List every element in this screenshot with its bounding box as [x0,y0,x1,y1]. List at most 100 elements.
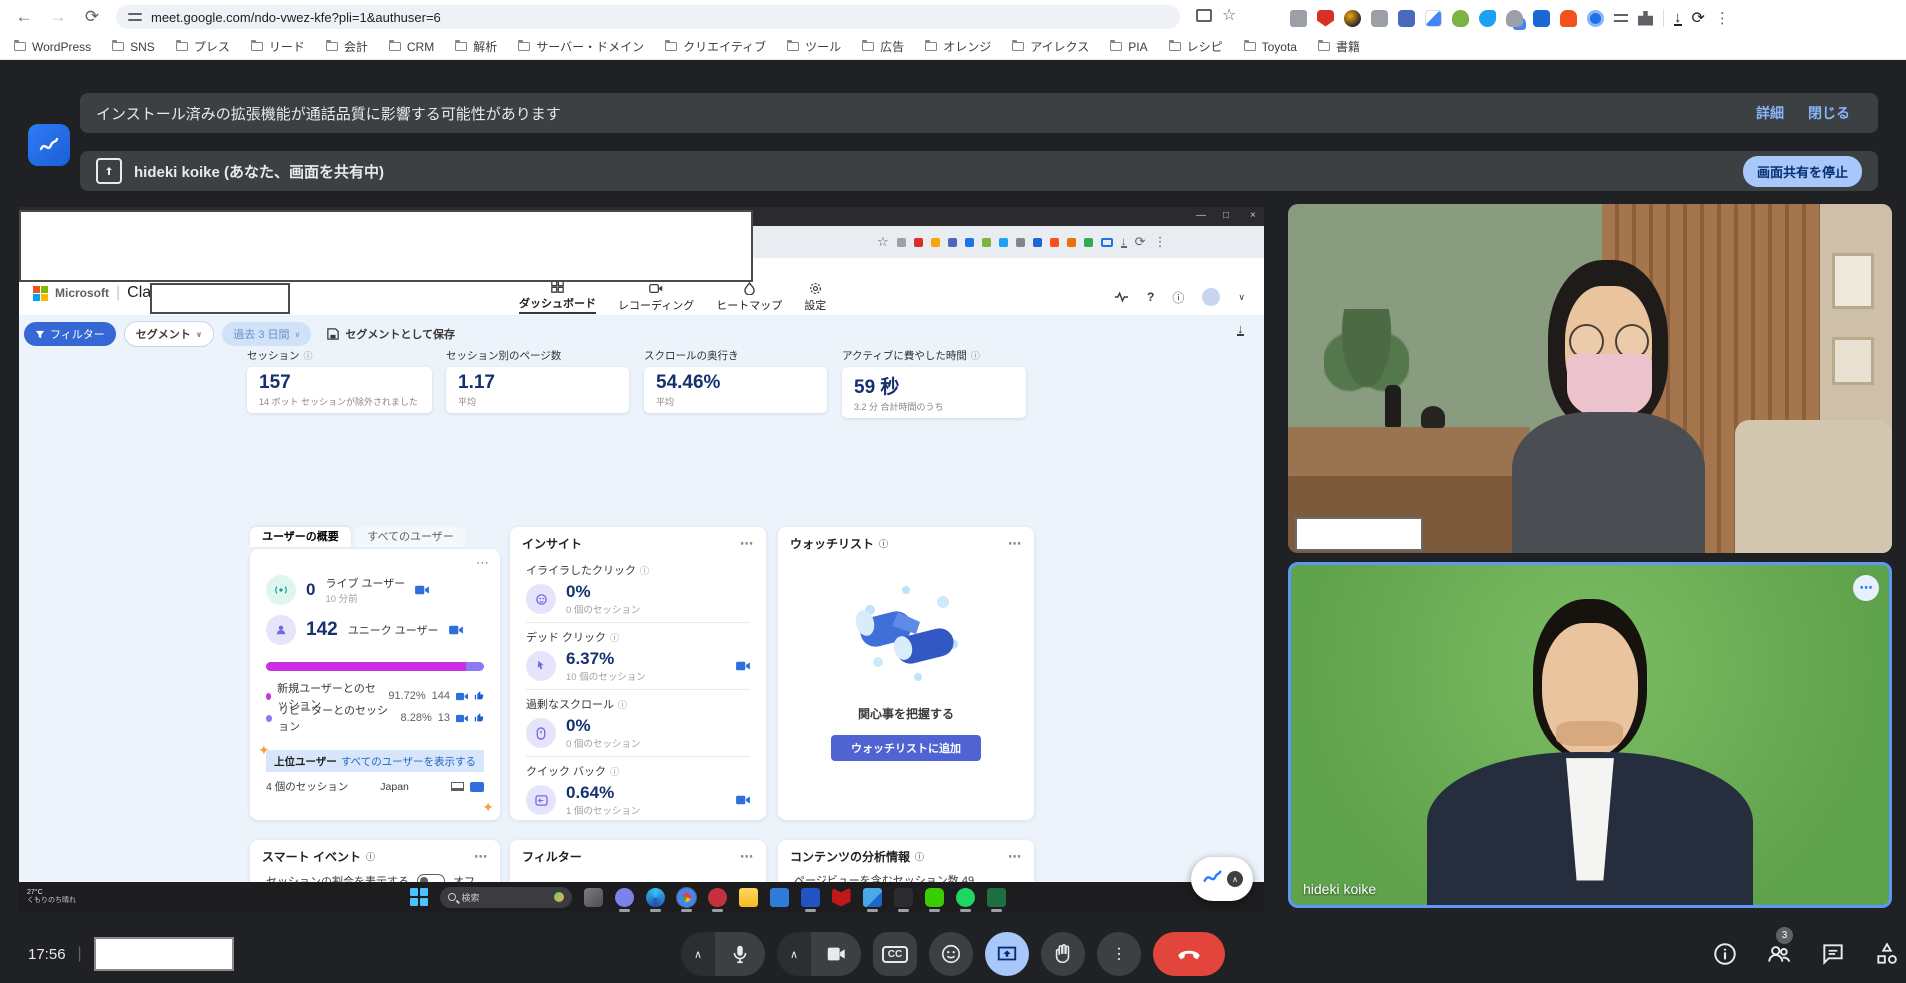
extension-icon[interactable] [1067,238,1076,247]
play-recordings-icon[interactable] [415,585,429,595]
start-button[interactable] [410,888,428,906]
bookmark-folder[interactable]: レシピ [1169,38,1223,55]
live-extension-icon[interactable] [1114,291,1129,303]
site-settings-icon[interactable] [128,12,142,22]
expand-icon[interactable]: ∧ [1227,871,1243,887]
mcafee-icon[interactable] [832,888,851,907]
minimize-icon[interactable]: — [1196,210,1206,221]
info-icon[interactable]: ⓘ [640,564,649,577]
end-call-button[interactable] [1153,932,1225,976]
bookmark-folder[interactable]: アイレクス [1012,38,1089,55]
panel-menu-icon[interactable]: ⋯ [740,849,754,865]
sync-icon[interactable]: ⟳ [1692,8,1705,28]
download-icon[interactable]: ↓ [1121,236,1127,248]
info-icon[interactable]: ⓘ [618,698,627,711]
line-icon[interactable] [925,888,944,907]
bookmark-folder[interactable]: リード [251,38,305,55]
feedback-icon[interactable]: ⓘ [1172,289,1184,306]
extension-icon[interactable] [1050,238,1059,247]
bookmark-folder[interactable]: SNS [112,40,155,54]
info-icon[interactable]: ⓘ [304,349,313,362]
weather-widget[interactable]: 27°C くもりのち晴れ [27,889,76,904]
close-banner-button[interactable]: 閉じる [1796,97,1862,129]
filter-button[interactable]: フィルター [24,322,116,346]
chrome-menu-icon[interactable]: ⋮ [1154,234,1167,250]
bookmark-folder[interactable]: CRM [389,40,434,54]
teams-icon[interactable] [615,888,634,907]
info-icon[interactable]: ⓘ [879,537,888,550]
bulb-extension-icon[interactable] [1452,10,1469,27]
shield-extension-icon[interactable] [1317,10,1334,27]
segment-dropdown[interactable]: セグメント∨ [124,321,215,347]
chrome-icon[interactable] [677,888,696,907]
taskbar-search-box[interactable]: 検索 [440,887,572,908]
meet-extension-icon[interactable] [28,124,70,166]
help-icon[interactable]: ? [1147,290,1154,304]
panel-menu-icon[interactable]: ⋯ [1008,536,1022,552]
screenshot-extension-icon[interactable] [1290,10,1307,27]
chat-icon[interactable] [1820,941,1846,967]
edge-icon[interactable] [646,888,665,907]
extension-icon[interactable] [931,238,940,247]
music-app-icon[interactable] [708,888,727,907]
account-chevron-icon[interactable]: ∨ [1238,292,1245,303]
captions-button[interactable]: CC [873,932,917,976]
tab-heatmaps[interactable]: ヒートマップ [716,282,782,313]
info-icon[interactable]: ⓘ [610,631,619,644]
download-icon[interactable]: ↓ [1674,11,1682,26]
ms-store-icon[interactable] [770,888,789,907]
person-help-extension-icon[interactable] [1506,10,1523,27]
sync-icon[interactable]: ⟳ [1135,234,1146,250]
forward-icon[interactable]: → [44,3,72,31]
add-watchlist-button[interactable]: ウォッチリストに追加 [831,735,981,761]
bookmark-star-icon[interactable]: ☆ [1222,5,1236,25]
info-icon[interactable]: ⓘ [366,850,375,863]
chrome-menu-icon[interactable]: ⋮ [1715,9,1730,27]
panel-menu-icon[interactable]: ⋯ [740,536,754,552]
reactions-button[interactable] [929,932,973,976]
extension-icon[interactable] [1016,238,1025,247]
card-extension-icon[interactable] [1398,10,1415,27]
maximize-icon[interactable]: □ [1223,210,1229,221]
show-all-users-link[interactable]: すべてのユーザーを表示する [341,754,476,769]
extension-icon[interactable] [1084,238,1093,247]
winamp-icon[interactable] [894,888,913,907]
play-recordings-icon[interactable] [449,625,463,635]
extensions-puzzle-icon[interactable] [1638,11,1653,26]
line-works-icon[interactable] [801,888,820,907]
bookmark-folder[interactable]: 会計 [326,38,368,55]
bookmark-folder[interactable]: プレス [176,38,230,55]
close-window-icon[interactable]: × [1250,210,1256,221]
bookmark-folder[interactable]: Toyota [1244,40,1297,54]
tab-recordings[interactable]: レコーディング [618,282,694,313]
tile-options-icon[interactable]: ⋯ [1853,575,1879,601]
play-recordings-icon[interactable] [736,661,750,671]
panel-menu-icon[interactable]: ⋯ [1008,849,1022,865]
activities-icon[interactable] [1874,941,1900,967]
task-view-icon[interactable] [584,888,603,907]
bookmark-folder[interactable]: WordPress [14,40,91,54]
translate-extension-icon[interactable] [1425,10,1442,27]
excel-icon[interactable] [987,888,1006,907]
panel-menu-icon[interactable]: ⋯ [474,849,488,865]
extension-icon[interactable] [1033,238,1042,247]
thumbs-up-icon[interactable] [474,713,484,723]
bookmark-folder[interactable]: 書籍 [1318,38,1360,55]
cast-icon[interactable] [1101,238,1113,247]
tab-settings[interactable]: 設定 [804,282,826,313]
play-recordings-icon[interactable] [736,795,750,805]
play-recordings-icon[interactable] [456,692,468,701]
bookmark-folder[interactable]: 解析 [455,38,497,55]
extension-icon[interactable] [965,238,974,247]
details-button[interactable]: 詳細 [1744,97,1796,129]
more-options-button[interactable]: ⋯ [1097,932,1141,976]
export-icon[interactable]: ↓ [1237,323,1244,336]
bookmark-folder[interactable]: クリエイティブ [665,38,766,55]
back-icon[interactable]: ← [10,3,38,31]
info-icon[interactable]: ⓘ [610,765,619,778]
extension-icon[interactable] [897,238,906,247]
play-recordings-icon[interactable] [456,714,468,723]
info-icon[interactable]: ⓘ [971,349,980,362]
presentation-controls-pill[interactable]: ∧ [1191,857,1253,901]
asterisk-extension-icon[interactable] [1533,10,1550,27]
